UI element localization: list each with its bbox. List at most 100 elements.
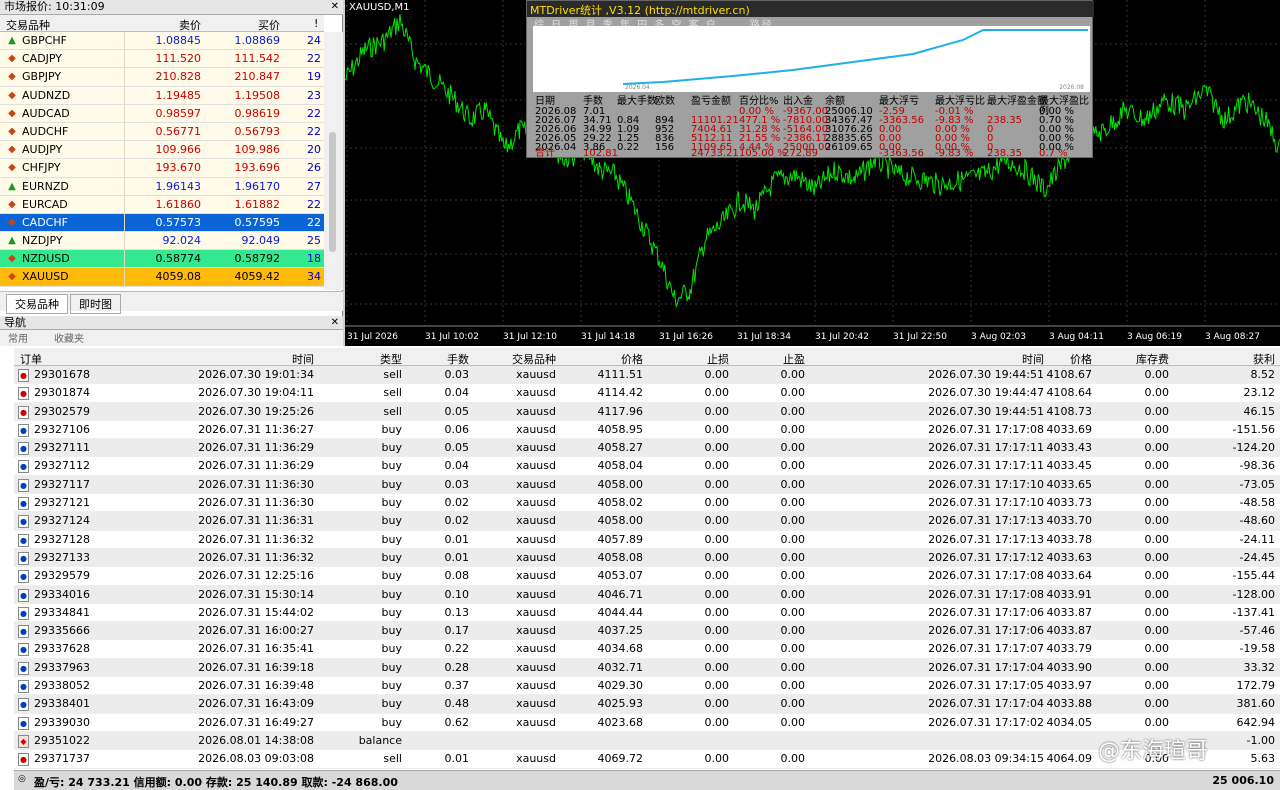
col-header[interactable]: 价格 xyxy=(621,351,643,367)
order-row[interactable]: ● 29338052 2026.07.31 16:39:48 buy 0.37 xauus… xyxy=(14,677,1280,696)
order-row[interactable]: ● 29327128 2026.07.31 11:36:32 buy 0.01 xauus… xyxy=(14,531,1280,549)
order-row[interactable]: ● 29371737 2026.08.03 09:03:08 sell 0.01 xauu… xyxy=(14,750,1280,769)
bid-price: 1.08845 xyxy=(155,34,202,47)
symbol-row[interactable]: ▲ EURNZD 1.96143 1.96170 27 xyxy=(0,177,324,196)
order-cell: 29327106 xyxy=(34,422,90,436)
order-cell: 29301874 xyxy=(34,386,90,400)
order-row[interactable]: ● 29327111 2026.07.31 11:36:29 buy 0.05 xauus… xyxy=(14,439,1280,458)
order-cell: 2026.07.31 17:17:08 xyxy=(928,587,1044,601)
col-header[interactable]: 价格 xyxy=(1070,351,1092,367)
order-icon: ● xyxy=(18,551,29,565)
order-cell: 0.00 xyxy=(780,422,806,436)
ask-price: 0.98619 xyxy=(234,106,281,120)
col-header[interactable]: 类型 xyxy=(380,351,402,367)
stats-cell: -9.83 % xyxy=(935,148,974,159)
symbol-row[interactable]: ◆ EURCAD 1.61860 1.61882 22 xyxy=(0,195,324,214)
order-cell: buy xyxy=(381,660,402,674)
stats-cell: 272.89 xyxy=(783,148,818,159)
ask-price: 0.57595 xyxy=(234,215,281,229)
order-row[interactable]: ● 29338401 2026.07.31 16:43:09 buy 0.48 xauus… xyxy=(14,695,1280,714)
order-row[interactable]: ● 29301874 2026.07.30 19:04:11 sell 0.04 xauu… xyxy=(14,384,1280,403)
order-row[interactable]: ● 29327133 2026.07.31 11:36:32 buy 0.01 xauus… xyxy=(14,548,1280,568)
order-row[interactable]: ● 29334841 2026.07.31 15:44:02 buy 0.13 xauus… xyxy=(14,604,1280,623)
close-icon[interactable]: ✕ xyxy=(331,316,339,330)
order-row[interactable]: ● 29327112 2026.07.31 11:36:29 buy 0.04 xauus… xyxy=(14,457,1280,476)
symbol-row[interactable]: ◆ NZDUSD 0.58774 0.58792 18 xyxy=(0,250,324,269)
order-cell: 0.00 xyxy=(704,605,730,619)
tab-symbols[interactable]: 交易品种 xyxy=(6,294,68,314)
market-watch-scrollbar[interactable] xyxy=(324,32,343,290)
col-spread[interactable]: ! xyxy=(314,17,318,30)
order-cell: 4033.91 xyxy=(1046,587,1093,601)
col-header[interactable]: 时间 xyxy=(1022,351,1044,367)
order-cell: -48.58 xyxy=(1239,496,1275,510)
arrow-up-icon: ▲ xyxy=(8,235,16,247)
symbol-row[interactable]: ◆ AUDJPY 109.966 109.986 20 xyxy=(0,141,324,160)
order-row[interactable]: ● 29334016 2026.07.31 15:30:14 buy 0.10 xauus… xyxy=(14,585,1280,604)
order-row[interactable]: ● 29337963 2026.07.31 16:39:18 buy 0.28 xauus… xyxy=(14,658,1280,678)
bid-price: 193.670 xyxy=(155,161,202,175)
spread: 22 xyxy=(307,124,321,138)
order-row[interactable]: ● 29327106 2026.07.31 11:36:27 buy 0.06 xauus… xyxy=(14,421,1280,440)
col-header[interactable]: 手数 xyxy=(447,351,469,367)
col-header[interactable]: 库存费 xyxy=(1136,351,1169,367)
order-row[interactable]: ◆ 29351022 2026.08.01 14:38:08 balance -1.00 xyxy=(14,731,1280,751)
col-header[interactable]: 获利 xyxy=(1253,351,1275,367)
order-cell: 2026.07.31 17:17:13 xyxy=(928,532,1044,546)
order-cell: 0.03 xyxy=(444,368,470,381)
tab-favorites[interactable]: 收藏夹 xyxy=(50,330,88,345)
order-cell: 0.00 xyxy=(1144,477,1170,491)
tab-tick-chart[interactable]: 即时图 xyxy=(70,294,121,314)
order-cell: 29302579 xyxy=(34,404,90,418)
col-header[interactable]: 止损 xyxy=(707,351,729,367)
symbol-row[interactable]: ◆ AUDCAD 0.98597 0.98619 22 xyxy=(0,104,324,123)
order-cell: 2026.07.30 19:01:34 xyxy=(198,368,314,381)
order-cell: 4057.89 xyxy=(597,532,644,546)
order-cell: 4108.64 xyxy=(1046,386,1093,400)
close-icon[interactable]: ✕ xyxy=(331,0,339,14)
tab-common[interactable]: 常用 xyxy=(4,330,32,345)
order-cell: 0.00 xyxy=(1144,459,1170,473)
order-cell: 2026.08.03 09:34:15 xyxy=(928,752,1044,766)
order-row[interactable]: ● 29339030 2026.07.31 16:49:27 buy 0.62 xauus… xyxy=(14,714,1280,732)
order-cell: -98.36 xyxy=(1239,459,1275,473)
order-row[interactable]: ● 29327121 2026.07.31 11:36:30 buy 0.02 xauus… xyxy=(14,494,1280,513)
arrow-up-icon: ▲ xyxy=(8,180,16,192)
order-row[interactable]: ● 29335666 2026.07.31 16:00:27 buy 0.17 xauus… xyxy=(14,622,1280,641)
order-row[interactable]: ● 29329579 2026.07.31 12:25:16 buy 0.08 xauus… xyxy=(14,567,1280,586)
symbol-row[interactable]: ◆ CHFJPY 193.670 193.696 26 xyxy=(0,159,324,178)
order-row[interactable]: ● 29327117 2026.07.31 11:36:30 buy 0.03 xauus… xyxy=(14,475,1280,495)
order-row[interactable]: ● 29327124 2026.07.31 11:36:31 buy 0.02 xauus… xyxy=(14,512,1280,531)
symbol-row[interactable]: ◆ AUDCHF 0.56771 0.56793 22 xyxy=(0,122,324,142)
order-icon: ● xyxy=(18,460,29,474)
col-header[interactable]: 时间 xyxy=(292,351,314,367)
summary-balance: 25 006.10 xyxy=(1212,774,1274,787)
order-cell: 46.15 xyxy=(1243,404,1276,418)
order-row[interactable]: ● 29337628 2026.07.31 16:35:41 buy 0.22 xauus… xyxy=(14,640,1280,659)
order-cell: 2026.07.31 17:17:10 xyxy=(928,496,1044,510)
order-cell: 4033.73 xyxy=(1046,496,1093,510)
scroll-thumb[interactable] xyxy=(329,132,336,252)
col-header[interactable]: 止盈 xyxy=(783,351,805,367)
order-cell: 0.00 xyxy=(704,569,730,583)
col-ask[interactable]: 买价 xyxy=(258,17,280,33)
symbol-row[interactable]: ◆ CADJPY 111.520 111.542 22 xyxy=(0,50,324,69)
symbol-row[interactable]: ◆ CADCHF 0.57573 0.57595 22 xyxy=(0,213,324,233)
symbol-row[interactable]: ▲ NZDJPY 92.024 92.049 25 xyxy=(0,232,324,251)
symbol-row[interactable]: ◆ XAUUSD 4059.08 4059.42 34 xyxy=(0,268,324,287)
col-header[interactable]: 交易品种 xyxy=(512,351,556,367)
col-symbol[interactable]: 交易品种 xyxy=(6,17,50,33)
price-chart[interactable]: 31 Jul 2026 31 Jul 10:02 31 Jul 12:10 31 Ju… xyxy=(345,0,1280,346)
stats-cell: 最大浮盈金额 xyxy=(987,96,1047,107)
order-cell: xauusd xyxy=(516,587,556,601)
order-cell: xauusd xyxy=(516,642,556,656)
spread: 25 xyxy=(307,234,321,248)
col-bid[interactable]: 卖价 xyxy=(179,17,201,33)
order-row[interactable]: ● 29302579 2026.07.30 19:25:26 sell 0.05 xauu… xyxy=(14,402,1280,421)
order-cell: 0.00 xyxy=(1144,660,1170,674)
symbol-row[interactable]: ◆ AUDNZD 1.19485 1.19508 23 xyxy=(0,86,324,105)
symbol-row[interactable]: ◆ GBPJPY 210.828 210.847 19 xyxy=(0,68,324,87)
col-header[interactable]: 订单 xyxy=(20,351,42,367)
symbol-row[interactable]: ▲ GBPCHF 1.08845 1.08869 24 xyxy=(0,32,324,51)
order-row[interactable]: ● 29301678 2026.07.30 19:01:34 sell 0.03 xauu… xyxy=(14,366,1280,385)
